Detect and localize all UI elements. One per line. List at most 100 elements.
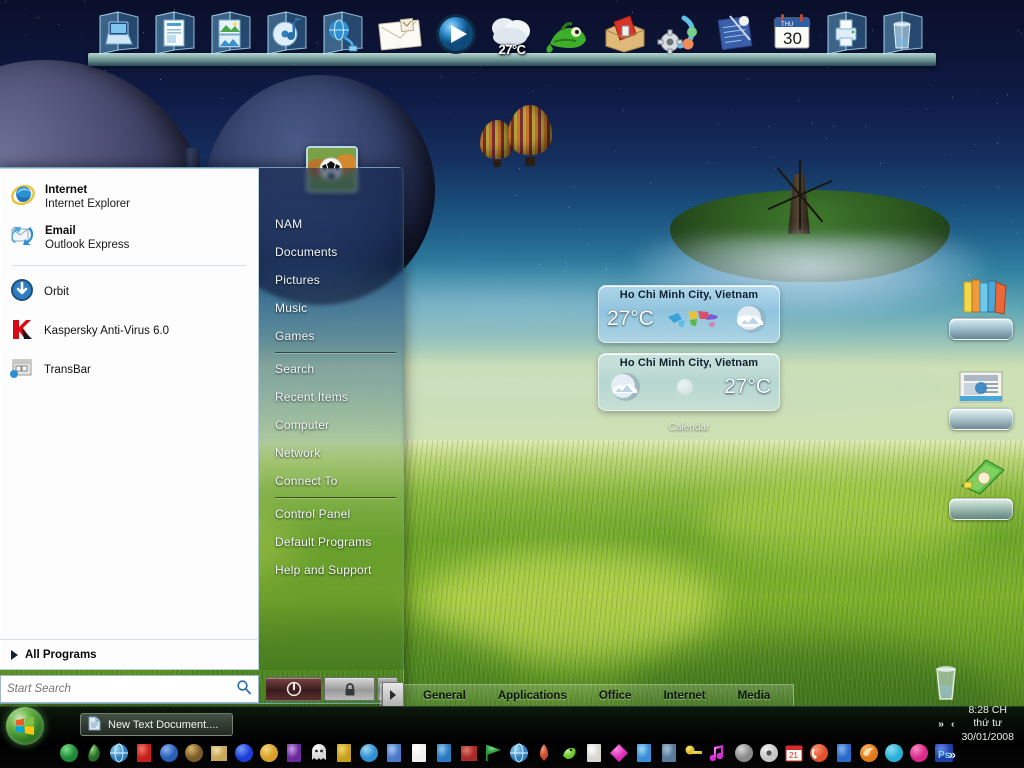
start-menu-item-control-panel[interactable]: Control Panel (259, 500, 404, 528)
start-pinned-email[interactable]: Email Outlook Express (0, 218, 258, 259)
start-menu-left-pane[interactable]: Internet Internet Explorer Email Outlook… (0, 168, 259, 670)
start-menu-item-nam[interactable]: NAM (259, 210, 404, 238)
quick-launch-icon-34[interactable] (883, 742, 905, 764)
quick-launch-icon-4[interactable] (133, 742, 155, 764)
quick-launch-icon-17[interactable] (458, 742, 480, 764)
quick-launch-icon-1[interactable] (58, 742, 80, 764)
start-menu-item-recent-items[interactable]: Recent Items (259, 383, 404, 411)
transbar-tab-general[interactable]: General (407, 690, 482, 702)
dock-item-printers[interactable] (822, 8, 874, 58)
start-menu-item-help-and-support[interactable]: Help and Support (259, 556, 404, 584)
quick-launch-icon-31[interactable] (808, 742, 830, 764)
quick-launch-icon-30[interactable]: 21 (783, 742, 805, 764)
start-menu[interactable]: Internet Internet Explorer Email Outlook… (0, 167, 404, 704)
start-power-bar[interactable] (265, 677, 398, 701)
quick-launch-icon-27[interactable] (708, 742, 730, 764)
taskbar[interactable]: New Text Document.... » ‹ 8:28 CH thứ tư… (0, 706, 1024, 768)
start-menu-item-default-programs[interactable]: Default Programs (259, 528, 404, 556)
dock-item-gecko[interactable] (542, 8, 594, 58)
system-tray[interactable]: » ‹ 8:28 CH thứ tư 30/01/2008 (938, 707, 1020, 741)
quick-launch-icon-35[interactable] (908, 742, 930, 764)
quick-launch-icon-21[interactable] (558, 742, 580, 764)
weather-gadget-1[interactable]: Ho Chi Minh City, Vietnam 27°C (598, 285, 780, 343)
quick-launch-icon-22[interactable] (583, 742, 605, 764)
dock-items[interactable]: 27°C THU 30 (94, 8, 930, 58)
top-dock[interactable]: 27°C THU 30 (88, 6, 936, 66)
start-menu-item-connect-to[interactable]: Connect To (259, 467, 404, 495)
transbar-toolbar[interactable]: General Applications Office Internet Media (380, 684, 794, 707)
quick-launch-icon-7[interactable] (208, 742, 230, 764)
quick-launch-icon-10[interactable] (283, 742, 305, 764)
start-menu-right-pane[interactable]: NAM Documents Pictures Music Games Search Rece… (259, 168, 404, 670)
lock-button[interactable] (324, 677, 375, 701)
quick-launch-icon-8[interactable] (233, 742, 255, 764)
dock-item-mail[interactable] (374, 8, 426, 58)
quick-launch-icon-3[interactable] (108, 742, 130, 764)
dock-item-recycle-bin[interactable] (878, 8, 930, 58)
quick-launch-icon-25[interactable] (658, 742, 680, 764)
newspaper-shortcut[interactable] (946, 368, 1016, 430)
start-menu-item-computer[interactable]: Computer (259, 411, 404, 439)
dock-item-notepad[interactable] (710, 8, 762, 58)
transbar-tab-office[interactable]: Office (583, 690, 648, 702)
start-menu-item-pictures[interactable]: Pictures (259, 266, 404, 294)
quick-launch-icon-6[interactable] (183, 742, 205, 764)
start-menu-item-music[interactable]: Music (259, 294, 404, 322)
dock-item-computer[interactable] (94, 8, 146, 58)
transbar-tab-internet[interactable]: Internet (647, 690, 721, 702)
transbar-tab-applications[interactable]: Applications (482, 690, 583, 702)
all-programs-button[interactable]: All Programs (0, 639, 259, 669)
dock-item-network[interactable] (318, 8, 370, 58)
dock-item-music[interactable] (262, 8, 314, 58)
quick-launch-icon-12[interactable] (333, 742, 355, 764)
show-hidden-icons-button[interactable]: » (938, 718, 944, 730)
dock-item-settings[interactable] (654, 8, 706, 58)
start-program-kaspersky[interactable]: Kaspersky Anti-Virus 6.0 (0, 311, 258, 350)
start-menu-item-documents[interactable]: Documents (259, 238, 404, 266)
quick-launch-icon-15[interactable] (408, 742, 430, 764)
quick-launch-icon-18[interactable] (483, 742, 505, 764)
quick-launch-icon-26[interactable] (683, 742, 705, 764)
start-program-orbit[interactable]: Orbit (0, 272, 258, 311)
quick-launch-icon-16[interactable] (433, 742, 455, 764)
start-menu-item-network[interactable]: Network (259, 439, 404, 467)
quick-launch-icon-9[interactable] (258, 742, 280, 764)
start-menu-item-games[interactable]: Games (259, 322, 404, 350)
quick-launch-icon-23[interactable] (608, 742, 630, 764)
dock-item-pictures[interactable] (206, 8, 258, 58)
quick-launch-icon-24[interactable] (633, 742, 655, 764)
weather-gadget-2[interactable]: Ho Chi Minh City, Vietnam 27°C (598, 353, 780, 411)
quick-launch-icon-19[interactable] (508, 742, 530, 764)
dock-item-weather[interactable]: 27°C (486, 8, 538, 58)
dock-item-documents[interactable] (150, 8, 202, 58)
transbar-drag-handle[interactable] (382, 682, 404, 708)
quick-launch-icon-11[interactable] (308, 742, 330, 764)
tray-clock[interactable]: 8:28 CH thứ tư 30/01/2008 (961, 704, 1014, 743)
taskbar-window-row[interactable]: New Text Document.... » ‹ 8:28 CH thứ tư… (0, 707, 1024, 741)
books-shortcut[interactable] (946, 278, 1016, 340)
quick-launch-icon-33[interactable] (858, 742, 880, 764)
quick-launch-icon-20[interactable] (533, 742, 555, 764)
quick-launch-icon-32[interactable] (833, 742, 855, 764)
green-book-shortcut[interactable] (946, 458, 1016, 520)
start-search-bar[interactable] (0, 675, 259, 703)
dock-item-calendar[interactable]: THU 30 (766, 8, 818, 58)
quick-launch-icon-5[interactable] (158, 742, 180, 764)
quick-launch-overflow-button[interactable]: » (949, 747, 956, 762)
search-icon[interactable] (236, 679, 252, 700)
quick-launch-icon-14[interactable] (383, 742, 405, 764)
search-input[interactable] (7, 683, 236, 695)
power-button[interactable] (265, 677, 322, 701)
recycle-glass-shortcut[interactable] (918, 655, 974, 710)
transbar-tab-media[interactable]: Media (722, 690, 787, 702)
taskbar-window-button[interactable]: New Text Document.... (80, 713, 233, 736)
quick-launch-icon-2[interactable] (83, 742, 105, 764)
start-menu-item-search[interactable]: Search (259, 355, 404, 383)
quick-launch-icon-28[interactable] (733, 742, 755, 764)
dock-item-toolbox[interactable] (598, 8, 650, 58)
start-pinned-internet[interactable]: Internet Internet Explorer (0, 177, 258, 218)
start-program-transbar[interactable]: TransBar (0, 350, 258, 389)
quick-launch-icon-29[interactable] (758, 742, 780, 764)
quick-launch-bar[interactable]: 21 Ps (58, 740, 928, 766)
start-orb-button[interactable] (6, 707, 44, 745)
